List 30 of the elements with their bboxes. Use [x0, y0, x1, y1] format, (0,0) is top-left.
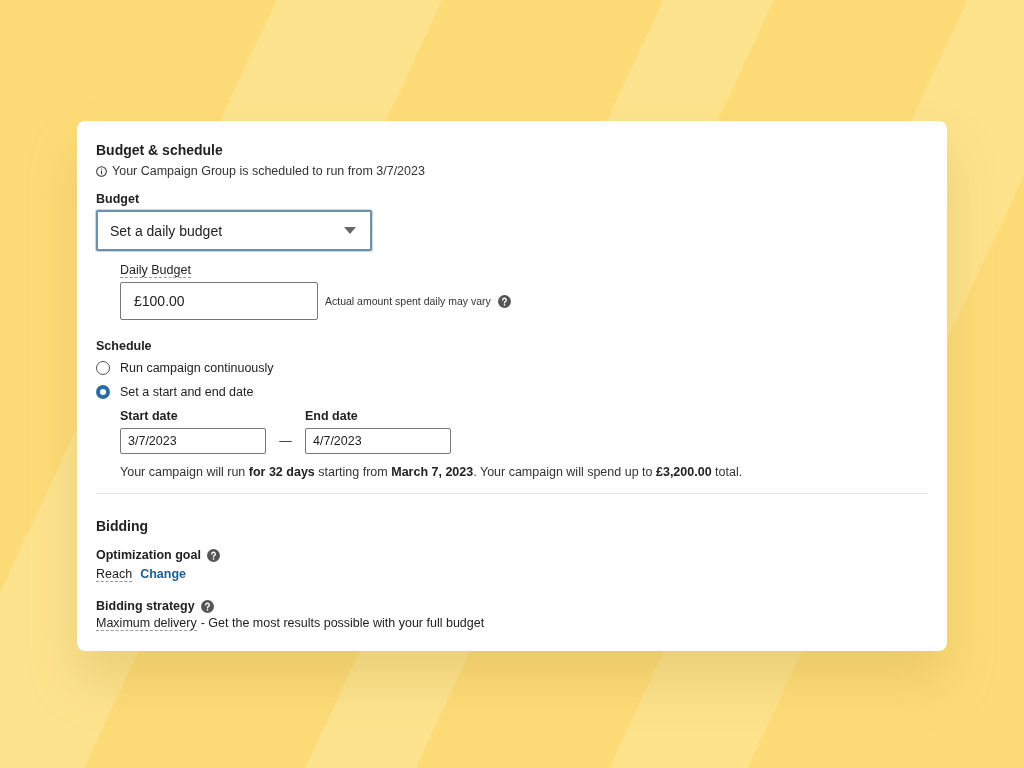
field-label: End date — [305, 409, 359, 423]
strategy-value: Maximum delivery — [96, 616, 197, 631]
budget-input[interactable]: £100.00 — [120, 282, 318, 320]
schedule-info: Your Campaign Group is scheduled to run from 3/7/2023 — [112, 164, 425, 178]
radio-label[interactable]: Set a start and end date — [120, 385, 254, 399]
field-hint: Actual amount spent daily may vary — [325, 295, 491, 307]
strategy-description: - Get the most results possible with your full budget — [200, 616, 485, 630]
section-title: Bidding — [96, 518, 150, 534]
section-title: Budget & schedule — [96, 142, 224, 158]
field-label: Bidding strategy — [96, 599, 195, 613]
schedule-summary: Your campaign will run for 32 days starting from March 7, 2023. Your campaign will spend up to £3,200.00 total. — [120, 465, 744, 479]
help-icon[interactable] — [206, 548, 220, 562]
help-icon[interactable] — [200, 599, 214, 613]
field-label: Start date — [120, 409, 179, 423]
end-date-field[interactable]: 4/7/2023 — [305, 428, 451, 454]
caret-icon — [344, 227, 356, 234]
help-icon[interactable] — [497, 294, 511, 308]
field-label: Daily Budget — [120, 263, 191, 278]
radio-label[interactable]: Run campaign continuously — [120, 361, 274, 375]
field-label: Schedule — [96, 339, 153, 353]
field-label: Optimization goal — [96, 548, 201, 562]
info-icon — [96, 165, 107, 177]
start-date-field[interactable]: 3/7/2023 — [120, 428, 266, 454]
date-separator: — — [278, 433, 293, 450]
change-link[interactable]: Change — [140, 567, 186, 581]
budget-dropdown[interactable]: Set a daily budget — [96, 210, 372, 251]
field-label: Budget — [96, 192, 141, 206]
radio-button[interactable] — [96, 361, 110, 375]
goal-value: Reach — [96, 567, 133, 582]
radio-button[interactable] — [96, 385, 110, 399]
